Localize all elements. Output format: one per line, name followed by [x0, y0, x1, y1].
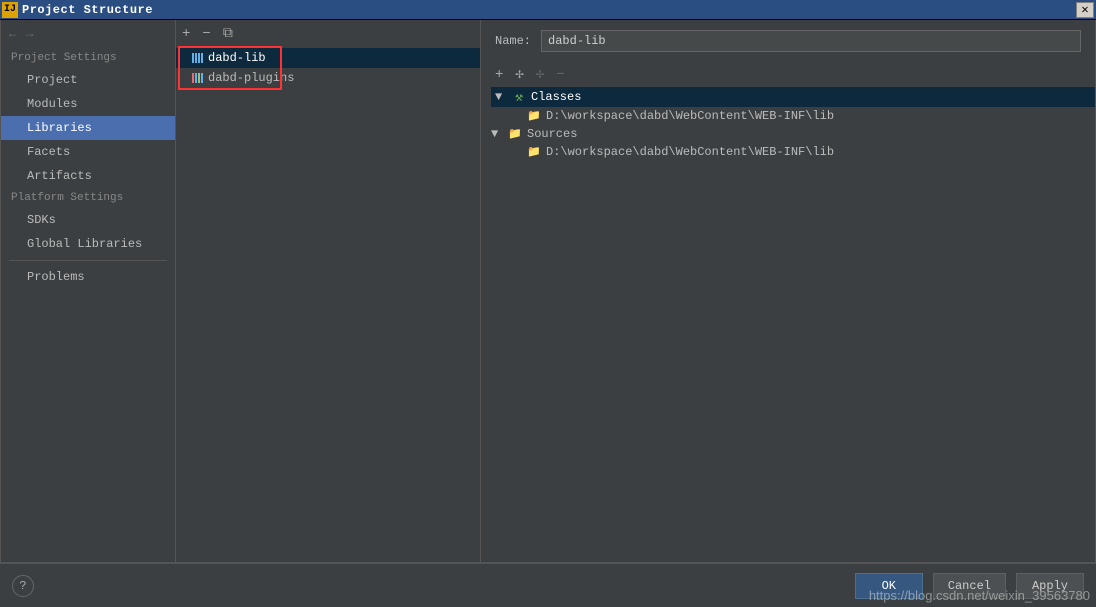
dialog-footer: ? OK Cancel Apply [0, 563, 1096, 607]
apply-button[interactable]: Apply [1016, 573, 1084, 599]
detail-toolbar: + ✢ ✢ − [481, 62, 1095, 87]
copy-icon[interactable]: ⧉ [223, 26, 233, 42]
attach-icon[interactable]: ✢ [515, 66, 523, 83]
forward-arrow-icon[interactable]: → [26, 27, 33, 41]
library-list-panel: + − ⧉ dabd-lib dabd-plugins [176, 20, 481, 562]
left-panel: ← → Project Settings Project Modules Lib… [1, 20, 176, 562]
chevron-down-icon: ▼ [495, 90, 507, 104]
tree-sources-row[interactable]: ▼ 📁 Sources [491, 125, 1095, 143]
divider [9, 260, 167, 261]
nav-history: ← → [1, 20, 175, 48]
library-icon [192, 73, 203, 83]
sources-path: D:\workspace\dabd\WebContent\WEB-INF\lib [546, 145, 834, 159]
remove-icon: − [556, 67, 564, 83]
tree-classes-row[interactable]: ▼ ⚒ Classes [491, 87, 1095, 107]
section-platform-settings: Platform Settings [1, 188, 175, 208]
library-item-dabd-lib[interactable]: dabd-lib [176, 48, 480, 68]
library-tree: ▼ ⚒ Classes 📁 D:\workspace\dabd\WebConte… [481, 87, 1095, 161]
folder-icon: 📁 [527, 145, 541, 159]
library-detail-panel: Name: + ✢ ✢ − ▼ ⚒ Classes 📁 D:\workspace… [481, 20, 1095, 562]
section-project-settings: Project Settings [1, 48, 175, 68]
classes-path-row[interactable]: 📁 D:\workspace\dabd\WebContent\WEB-INF\l… [491, 107, 1095, 125]
sources-label: Sources [527, 127, 577, 141]
nav-project[interactable]: Project [1, 68, 175, 92]
name-label: Name: [495, 34, 531, 48]
name-row: Name: [481, 20, 1095, 62]
classes-path: D:\workspace\dabd\WebContent\WEB-INF\lib [546, 109, 834, 123]
nav-global-libraries[interactable]: Global Libraries [1, 232, 175, 256]
nav-facets[interactable]: Facets [1, 140, 175, 164]
remove-icon[interactable]: − [202, 26, 210, 42]
folder-icon: 📁 [508, 127, 522, 141]
mid-toolbar: + − ⧉ [176, 20, 480, 48]
title-bar: IJ Project Structure ✕ [0, 0, 1096, 20]
sources-path-row[interactable]: 📁 D:\workspace\dabd\WebContent\WEB-INF\l… [491, 143, 1095, 161]
ok-button[interactable]: OK [855, 573, 923, 599]
nav-modules[interactable]: Modules [1, 92, 175, 116]
chevron-down-icon: ▼ [491, 127, 503, 141]
attach-disabled-icon: ✢ [536, 66, 544, 83]
add-icon[interactable]: + [495, 67, 503, 83]
name-input[interactable] [541, 30, 1081, 52]
content-area: ← → Project Settings Project Modules Lib… [0, 20, 1096, 563]
close-button[interactable]: ✕ [1076, 2, 1094, 18]
library-label: dabd-plugins [208, 71, 294, 85]
library-item-dabd-plugins[interactable]: dabd-plugins [176, 68, 480, 88]
nav-problems[interactable]: Problems [1, 265, 175, 289]
classes-label: Classes [531, 90, 581, 104]
help-button[interactable]: ? [12, 575, 34, 597]
classes-icon: ⚒ [512, 90, 526, 105]
window-title: Project Structure [22, 3, 1076, 17]
nav-sdks[interactable]: SDKs [1, 208, 175, 232]
nav-artifacts[interactable]: Artifacts [1, 164, 175, 188]
folder-icon: 📁 [527, 109, 541, 123]
back-arrow-icon[interactable]: ← [9, 27, 16, 41]
app-icon: IJ [2, 2, 18, 18]
library-label: dabd-lib [208, 51, 266, 65]
cancel-button[interactable]: Cancel [933, 573, 1006, 599]
library-icon [192, 53, 203, 63]
add-icon[interactable]: + [182, 26, 190, 42]
library-list: dabd-lib dabd-plugins [176, 48, 480, 88]
nav-libraries[interactable]: Libraries [1, 116, 175, 140]
